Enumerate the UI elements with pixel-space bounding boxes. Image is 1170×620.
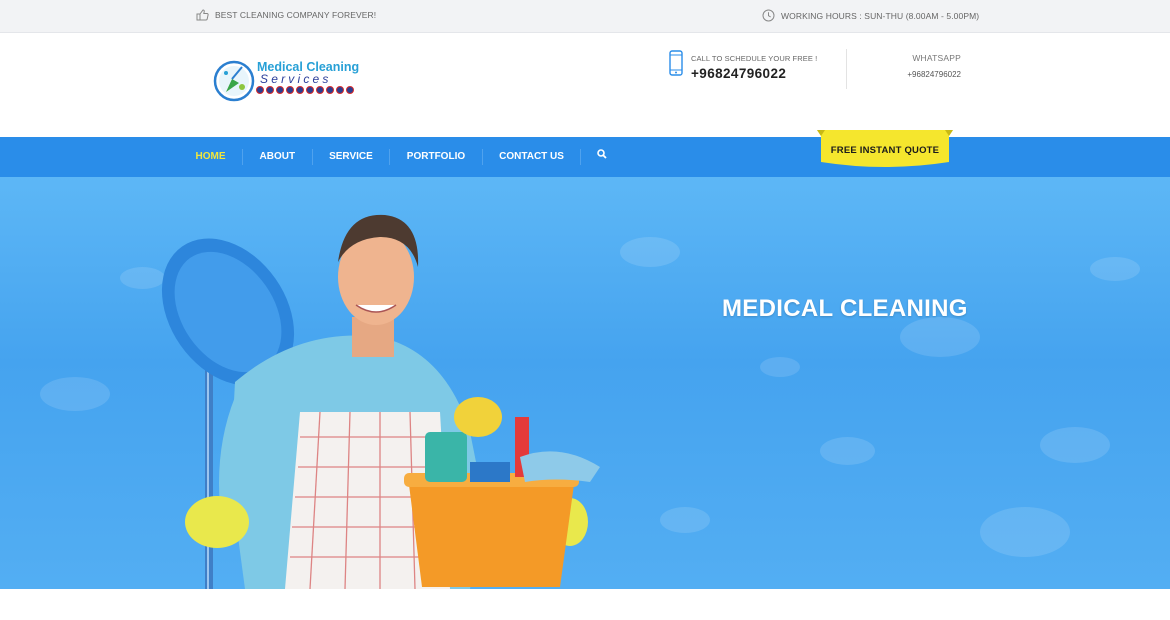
whatsapp-contact[interactable]: WHATSAPP +96824796022 (907, 53, 961, 79)
nav-search-button[interactable] (581, 149, 624, 165)
logo-emblem-icon (213, 60, 255, 102)
logo-subtitle: Services (260, 72, 332, 86)
cleaner-illustration (161, 214, 600, 589)
nav-item-portfolio[interactable]: PORTFOLIO (390, 149, 483, 165)
search-icon (597, 149, 608, 165)
header-divider (846, 49, 847, 89)
call-caption: CALL TO SCHEDULE YOUR FREE ! (691, 54, 818, 63)
hero-banner: MEDICAL CLEANING (0, 177, 1170, 589)
hero-title: MEDICAL CLEANING (722, 295, 968, 322)
nav-item-contact-us[interactable]: CONTACT US (483, 149, 582, 165)
call-phone-number[interactable]: +96824796022 (691, 66, 817, 81)
logo-badges (256, 86, 354, 94)
tagline-group: BEST CLEANING COMPANY FOREVER! (196, 9, 376, 21)
free-instant-quote-button[interactable]: FREE INSTANT QUOTE (817, 130, 953, 168)
top-bar: BEST CLEANING COMPANY FOREVER! WORKING H… (0, 0, 1170, 33)
tagline-text: BEST CLEANING COMPANY FOREVER! (215, 10, 377, 20)
site-logo[interactable]: Medical Cleaning Services (212, 59, 362, 105)
site-header: Medical Cleaning Services CALL TO SCHEDU… (0, 33, 1170, 137)
nav-item-home[interactable]: HOME (179, 149, 243, 165)
mobile-phone-icon (669, 50, 683, 81)
nav-item-service[interactable]: SERVICE (313, 149, 391, 165)
page-bottom-area (0, 589, 1170, 620)
thumbs-up-icon (196, 9, 209, 21)
clock-icon (762, 9, 775, 22)
whatsapp-caption: WHATSAPP (912, 53, 961, 63)
quote-label: FREE INSTANT QUOTE (830, 145, 940, 156)
call-to-schedule[interactable]: CALL TO SCHEDULE YOUR FREE ! +9682479602… (669, 50, 817, 81)
working-hours-text: WORKING HOURS : SUN-THU (8.00AM - 5.00PM… (781, 10, 980, 21)
hours-group: WORKING HOURS : SUN-THU (8.00AM - 5.00PM… (762, 9, 979, 22)
nav-item-about[interactable]: ABOUT (243, 149, 313, 165)
whatsapp-number[interactable]: +96824796022 (907, 70, 961, 79)
main-navigation: HOME ABOUT SERVICE PORTFOLIO CONTACT US (0, 137, 1170, 177)
